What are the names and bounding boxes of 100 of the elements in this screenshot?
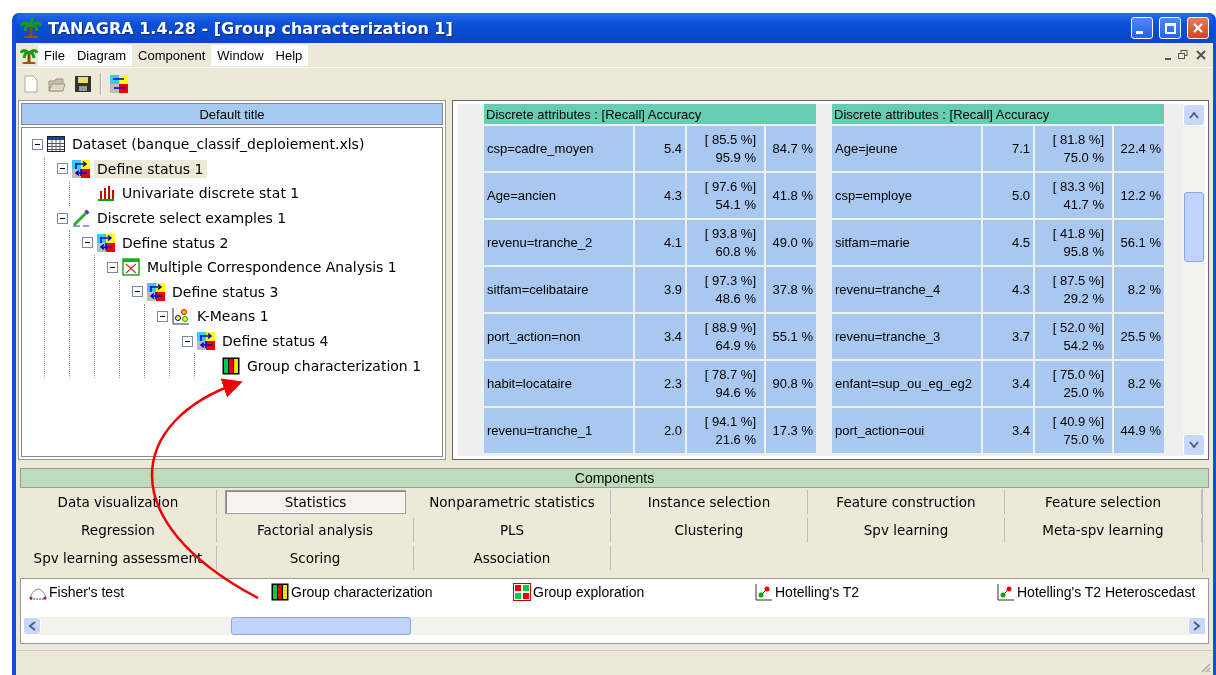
table-cell: [ 81.8 %] 75.0 % — [1035, 126, 1112, 171]
table-cell: 37.8 % — [766, 267, 816, 312]
table-cell: 44.9 % — [1114, 408, 1164, 453]
menu-item[interactable]: Help — [269, 44, 309, 66]
table-cell: 22.4 % — [1114, 126, 1164, 171]
tool-entry[interactable]: Fisher's test — [49, 584, 125, 600]
collapse-icon[interactable] — [132, 286, 143, 298]
table-cell: enfant=sup_ou_eg_eg2 — [832, 361, 981, 406]
tree-node[interactable]: Multiple Correspondence Analysis 1 — [144, 258, 400, 277]
table-cell: 3.4 — [983, 408, 1033, 453]
panel-title: Default title — [21, 103, 443, 125]
table-cell: 55.1 % — [766, 314, 816, 359]
minimize-icon — [1165, 58, 1171, 60]
collapse-icon[interactable] — [182, 335, 193, 347]
grid-icon — [513, 583, 531, 601]
close-icon — [1195, 49, 1207, 61]
table-cell: revenu=tranche_4 — [832, 267, 981, 312]
table-cell: [ 94.1 %] 21.6 % — [687, 408, 764, 453]
table-cell: [ 87.5 %] 29.2 % — [1035, 267, 1112, 312]
resize-grip-icon — [1199, 661, 1211, 673]
status-icon — [197, 332, 215, 351]
scroll-thumb[interactable] — [231, 617, 411, 635]
status-icon — [147, 282, 165, 301]
tree-node[interactable]: Define status 4 — [219, 332, 332, 351]
tool-entry[interactable]: Group characterization — [291, 584, 433, 600]
tool-entry[interactable]: Hotelling's T2 — [775, 584, 860, 600]
table-cell: 3.4 — [983, 361, 1033, 406]
striped-box-icon — [271, 583, 289, 601]
horizontal-scrollbar[interactable] — [23, 617, 1206, 635]
table-cell: [ 52.0 %] 54.2 % — [1035, 314, 1112, 359]
collapse-icon[interactable] — [57, 163, 68, 175]
tool-entry[interactable]: Group exploration — [533, 584, 645, 600]
table-cell: 8.2 % — [1114, 267, 1164, 312]
tree-node[interactable]: Group characterization 1 — [244, 356, 425, 375]
scatter-icon — [172, 307, 190, 326]
tree-node[interactable]: Dataset (banque_classif_deploiement.xls) — [69, 135, 368, 154]
table-cell: [ 85.5 %] 95.9 % — [687, 126, 764, 171]
restore-icon — [1177, 49, 1189, 61]
table-cell: 49.0 % — [766, 220, 816, 265]
menu-item[interactable]: File — [38, 44, 71, 66]
maximize-icon — [1164, 22, 1176, 34]
tree-node[interactable]: Define status 3 — [169, 282, 282, 301]
minimize-button[interactable] — [1131, 17, 1153, 39]
table-cell: 8.2 % — [1114, 361, 1164, 406]
table-cell: Age=ancien — [484, 173, 633, 218]
table-cell: 41.8 % — [766, 173, 816, 218]
status-icon — [72, 159, 90, 178]
tree-node[interactable]: Discrete select examples 1 — [94, 209, 290, 228]
collapse-icon[interactable] — [107, 261, 118, 273]
tree-node[interactable]: Define status 1 — [94, 159, 207, 178]
table-cell: 4.5 — [983, 220, 1033, 265]
table-cell: 2.0 — [635, 408, 685, 453]
table-cell: revenu=tranche_3 — [832, 314, 981, 359]
table-cell: 90.8 % — [766, 361, 816, 406]
tool-entry[interactable]: Hotelling's T2 Heteroscedast — [1017, 584, 1196, 600]
tree-node[interactable]: Define status 2 — [119, 233, 232, 252]
status-icon[interactable] — [110, 75, 128, 93]
category-tab[interactable]: Statistics — [225, 490, 406, 514]
table-cell: [ 41.8 %] 95.8 % — [1035, 220, 1112, 265]
table-cell: [ 97.6 %] 54.1 % — [687, 173, 764, 218]
table-cell: 3.7 — [983, 314, 1033, 359]
scatter-icon — [997, 583, 1015, 601]
table-cell: [ 88.9 %] 64.9 % — [687, 314, 764, 359]
section-header: Components — [20, 468, 1209, 488]
table-cell: [ 83.3 %] 41.7 % — [1035, 173, 1112, 218]
table-cell: 4.3 — [983, 267, 1033, 312]
menu-item[interactable]: Window — [211, 44, 270, 66]
striped-box-icon — [222, 356, 240, 375]
tree-node[interactable]: Univariate discrete stat 1 — [119, 184, 303, 203]
minimize-icon — [1136, 30, 1143, 34]
table-cell: [ 78.7 %] 94.6 % — [687, 361, 764, 406]
table-cell: 84.7 % — [766, 126, 816, 171]
tree-node[interactable]: K-Means 1 — [194, 307, 272, 326]
scroll-down-icon — [1189, 441, 1199, 449]
collapse-icon[interactable] — [32, 138, 43, 150]
table-cell: 5.4 — [635, 126, 685, 171]
table-cell: 56.1 % — [1114, 220, 1164, 265]
maximize-button[interactable] — [1159, 17, 1181, 39]
scroll-right-icon — [1193, 621, 1201, 631]
save-icon[interactable] — [74, 75, 92, 93]
collapse-icon[interactable] — [82, 237, 93, 249]
table-cell: 12.2 % — [1114, 173, 1164, 218]
table-icon — [47, 136, 65, 153]
scroll-thumb[interactable] — [1184, 192, 1204, 262]
table-cell: 2.3 — [635, 361, 685, 406]
close-button[interactable] — [1187, 17, 1209, 39]
menu-item[interactable]: Diagram — [70, 44, 133, 66]
table-cell: csp=employe — [832, 173, 981, 218]
collapse-icon[interactable] — [57, 212, 68, 224]
vertical-scrollbar[interactable] — [1183, 104, 1205, 456]
table-cell: csp=cadre_moyen — [484, 126, 633, 171]
table-header: Discrete attributes : [Recall] Accuracy — [832, 104, 1164, 124]
bar-chart-icon — [97, 185, 115, 202]
table-cell: port_action=non — [484, 314, 633, 359]
table-cell: [ 97.3 %] 48.6 % — [687, 267, 764, 312]
scroll-up-icon — [1189, 111, 1199, 119]
table-cell: 5.0 — [983, 173, 1033, 218]
collapse-icon[interactable] — [157, 310, 168, 322]
table-cell: habit=locataire — [484, 361, 633, 406]
mca-icon — [122, 258, 140, 277]
